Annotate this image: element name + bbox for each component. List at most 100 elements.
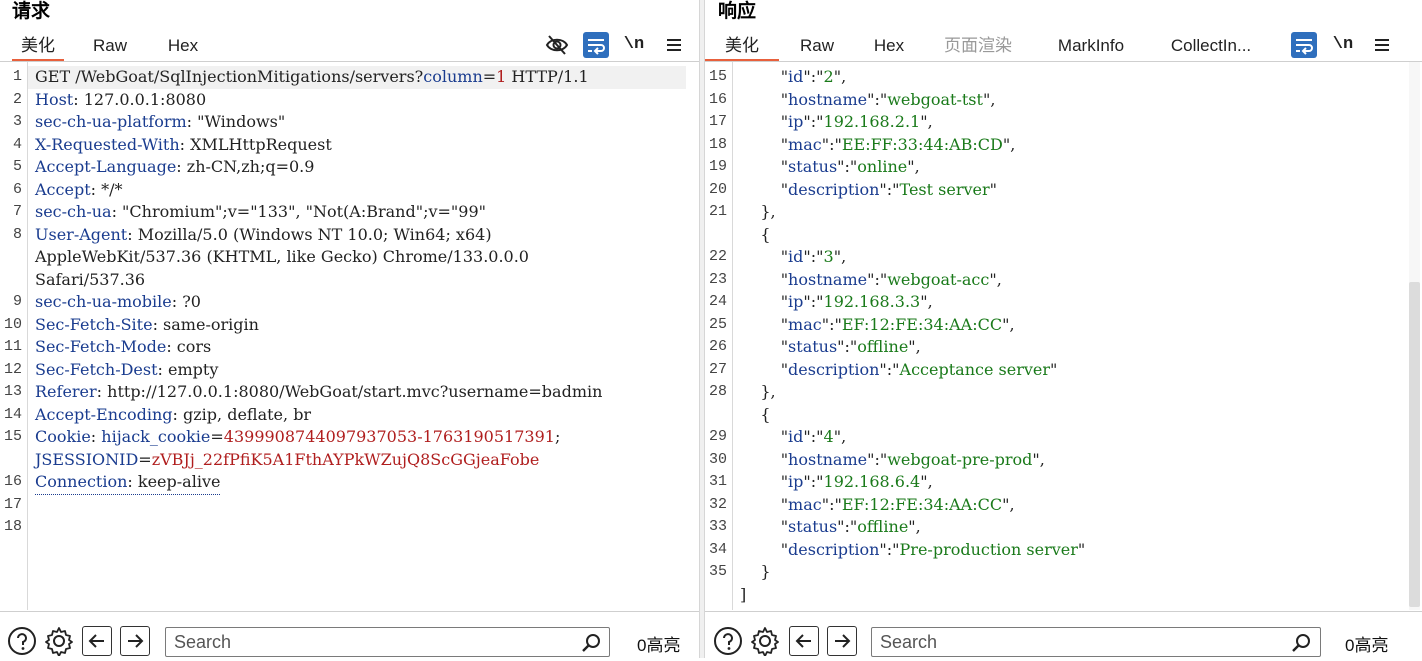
code-line[interactable]: 25 "mac":"EF:12:FE:34:AA:CC",: [705, 314, 1422, 337]
settings-gear-icon[interactable]: [750, 626, 780, 657]
code-line[interactable]: ]: [705, 584, 1422, 607]
request-search-input[interactable]: [174, 632, 534, 652]
code-line[interactable]: 12 Sec-Fetch-Dest: empty: [0, 359, 699, 382]
code-token: hijack_cookie: [101, 427, 211, 446]
code-line[interactable]: 11 Sec-Fetch-Mode: cors: [0, 336, 699, 359]
code-token: Sec-Fetch-Site: [35, 314, 153, 334]
code-line[interactable]: Safari/537.36: [0, 269, 699, 292]
code-line[interactable]: 6 Accept: */*: [0, 179, 699, 202]
response-editor[interactable]: 15 "id":"2", 16 "hostname":"webgoat-tst",…: [705, 62, 1422, 610]
code-token: : keep-alive: [127, 472, 221, 491]
tab-raw[interactable]: Raw: [84, 34, 136, 61]
code-line[interactable]: JSESSIONID=zVBJj_22fPfiK5A1FthAYPkWZujQ8…: [0, 449, 699, 472]
code-line[interactable]: 14 Accept-Encoding: gzip, deflate, br: [0, 404, 699, 427]
code-line[interactable]: {: [705, 404, 1422, 427]
code-line[interactable]: 22 "id":"3",: [705, 246, 1422, 269]
code-line[interactable]: 17 "ip":"192.168.2.1",: [705, 111, 1422, 134]
code-text: Cookie: hijack_cookie=439990874409793705…: [35, 426, 560, 449]
menu-icon[interactable]: [1369, 32, 1395, 58]
line-number: 16: [708, 90, 727, 108]
code-line[interactable]: 10 Sec-Fetch-Site: same-origin: [0, 314, 699, 337]
code-line[interactable]: 9 sec-ch-ua-mobile: ?0: [0, 291, 699, 314]
next-match-button[interactable]: [827, 626, 857, 656]
code-token: ",: [908, 517, 921, 536]
code-line[interactable]: 30 "hostname":"webgoat-pre-prod",: [705, 449, 1422, 472]
hide-nonprintable-eye-off-icon[interactable]: [544, 32, 570, 58]
code-line[interactable]: 4 X-Requested-With: XMLHttpRequest: [0, 134, 699, 157]
request-editor[interactable]: 1 GET /WebGoat/SqlInjectionMitigations/se…: [0, 62, 699, 610]
code-line[interactable]: 33 "status":"offline",: [705, 516, 1422, 539]
code-line[interactable]: 32 "mac":"EF:12:FE:34:AA:CC",: [705, 494, 1422, 517]
code-line[interactable]: 20 "description":"Test server": [705, 179, 1422, 202]
code-line[interactable]: 15 Cookie: hijack_cookie=4399908744097937…: [0, 426, 699, 449]
response-search-input[interactable]: [880, 632, 1240, 652]
line-number: 30: [708, 450, 727, 468]
search-icon[interactable]: [580, 632, 602, 654]
code-text: Sec-Fetch-Site: same-origin: [35, 314, 259, 337]
tab-render[interactable]: 页面渲染: [937, 34, 1019, 61]
code-line[interactable]: 16 Connection: keep-alive: [0, 471, 699, 495]
code-line[interactable]: 31 "ip":"192.168.6.4",: [705, 471, 1422, 494]
tab-hex[interactable]: Hex: [157, 34, 209, 61]
code-line[interactable]: 5 Accept-Language: zh-CN,zh;q=0.9: [0, 156, 699, 179]
tab-markinfo[interactable]: MarkInfo: [1047, 34, 1135, 61]
wrap-lines-icon[interactable]: [583, 32, 609, 58]
menu-icon[interactable]: [661, 32, 687, 58]
code-line[interactable]: 1 GET /WebGoat/SqlInjectionMitigations/se…: [0, 66, 699, 89]
previous-match-button[interactable]: [82, 626, 112, 656]
code-line[interactable]: 8 User-Agent: Mozilla/5.0 (Windows NT 10.…: [0, 224, 699, 247]
code-line[interactable]: 3 sec-ch-ua-platform: "Windows": [0, 111, 699, 134]
line-number: 28: [708, 383, 727, 400]
code-token: : Mozilla/5.0 (Windows NT 10.0; Win64; x…: [127, 224, 492, 244]
code-line[interactable]: 24 "ip":"192.168.3.3",: [705, 291, 1422, 314]
code-text: AppleWebKit/537.36 (KHTML, like Gecko) C…: [35, 246, 529, 269]
code-line[interactable]: 35 }: [705, 561, 1422, 584]
code-line[interactable]: 26 "status":"offline",: [705, 336, 1422, 359]
newline-toggle-icon[interactable]: \n: [621, 32, 647, 58]
request-search-box[interactable]: [165, 627, 610, 657]
code-line[interactable]: AppleWebKit/537.36 (KHTML, like Gecko) C…: [0, 246, 699, 269]
tab-pretty[interactable]: 美化: [705, 34, 779, 62]
search-icon[interactable]: [1290, 632, 1312, 654]
previous-match-button[interactable]: [789, 626, 819, 656]
code-text: ]: [740, 584, 746, 607]
line-number: 22: [708, 248, 727, 265]
line-number: 35: [708, 563, 727, 580]
code-line[interactable]: {: [705, 224, 1422, 247]
code-line[interactable]: 19 "status":"online",: [705, 156, 1422, 179]
settings-gear-icon[interactable]: [44, 626, 74, 657]
tab-collectinfo[interactable]: CollectIn...: [1161, 34, 1261, 61]
vertical-scrollbar-thumb[interactable]: [1409, 282, 1420, 607]
code-token: ",: [833, 67, 847, 86]
code-token: {: [740, 404, 771, 424]
code-token: =: [210, 427, 224, 446]
code-token: ":": [821, 494, 842, 514]
code-line[interactable]: 17: [0, 494, 699, 517]
code-line[interactable]: 2 Host: 127.0.0.1:8080: [0, 89, 699, 112]
code-line[interactable]: 18: [0, 516, 699, 539]
tab-pretty[interactable]: 美化: [12, 34, 64, 62]
code-line[interactable]: 16 "hostname":"webgoat-tst",: [705, 89, 1422, 112]
code-line[interactable]: 18 "mac":"EE:FF:33:44:AB:CD",: [705, 134, 1422, 157]
tab-raw[interactable]: Raw: [791, 34, 843, 61]
code-token: 1: [496, 67, 507, 86]
next-match-button[interactable]: [120, 626, 150, 656]
code-line[interactable]: 29 "id":"4",: [705, 426, 1422, 449]
code-token: webgoat-tst: [887, 89, 983, 109]
code-line[interactable]: 15 "id":"2",: [705, 66, 1422, 89]
response-search-box[interactable]: [871, 627, 1321, 657]
code-token: ":": [821, 134, 842, 154]
code-line[interactable]: 34 "description":"Pre-production server": [705, 539, 1422, 562]
help-icon[interactable]: [713, 626, 743, 656]
code-line[interactable]: 13 Referer: http://127.0.0.1:8080/WebGoat…: [0, 381, 699, 404]
code-line[interactable]: 28 },: [705, 381, 1422, 404]
help-icon[interactable]: [7, 626, 37, 656]
tab-hex[interactable]: Hex: [863, 34, 915, 61]
code-line[interactable]: 7 sec-ch-ua: "Chromium";v="133", "Not(A:B…: [0, 201, 699, 224]
code-token: Sec-Fetch-Dest: [35, 359, 158, 379]
wrap-lines-icon[interactable]: [1291, 32, 1317, 58]
newline-toggle-icon[interactable]: \n: [1330, 32, 1356, 58]
code-line[interactable]: 23 "hostname":"webgoat-acc",: [705, 269, 1422, 292]
code-line[interactable]: 27 "description":"Acceptance server": [705, 359, 1422, 382]
code-line[interactable]: 21 },: [705, 201, 1422, 224]
